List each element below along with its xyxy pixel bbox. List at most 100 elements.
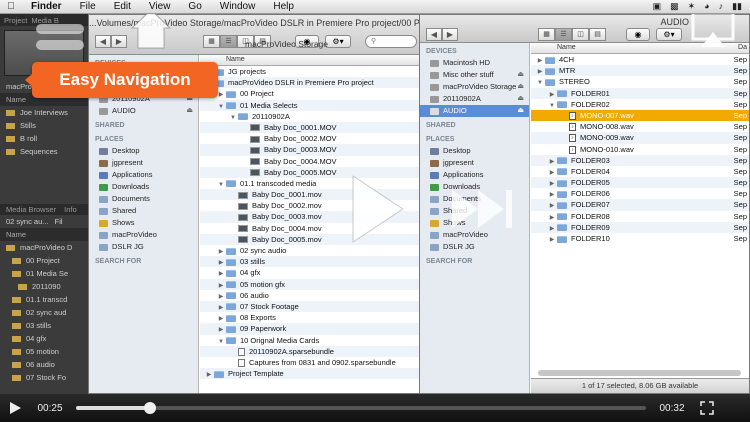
file-row[interactable]: ▶ MTR Sep (531, 65, 749, 77)
sidebar-item-device[interactable]: 20110902A ⏏ (420, 93, 529, 105)
sidebar-item-device[interactable]: Macintosh HD (420, 57, 529, 69)
sidebar-item-device[interactable]: Misc other stuff ⏏ (420, 69, 529, 81)
disclosure-triangle-icon[interactable]: ▶ (216, 303, 226, 312)
sidebar-item-shows[interactable]: Shows (89, 217, 198, 229)
disclosure-triangle-icon[interactable]: ▶ (547, 201, 557, 210)
sidebar-item-desktop[interactable]: Desktop (420, 145, 529, 157)
disclosure-triangle-icon[interactable]: ▶ (547, 235, 557, 244)
file-row[interactable]: ▶ 08 Exports (200, 312, 419, 323)
disclosure-triangle-icon[interactable]: ▶ (547, 190, 557, 199)
eject-icon[interactable]: ⏏ (186, 105, 193, 117)
file-row[interactable]: ▶ 05 motion gfx (200, 278, 419, 290)
tab-info[interactable]: Info (64, 205, 77, 214)
file-row[interactable]: ♪ MONO-010.wav Sep (531, 144, 749, 155)
disclosure-triangle-icon[interactable]: ▶ (547, 213, 557, 222)
bin-item[interactable]: Stills (0, 119, 88, 132)
action-gear-button[interactable]: ⚙▾ (656, 28, 682, 41)
file-row[interactable]: ▶ FOLDER09 Sep (531, 221, 749, 233)
tree-item[interactable]: macProVideo D (0, 241, 88, 254)
file-row[interactable]: Baby Doc_0002.MOV (200, 133, 419, 144)
date-column-header[interactable]: Da (738, 43, 747, 53)
forward-button[interactable]: ▶ (111, 35, 127, 48)
disclosure-triangle-icon[interactable]: ▼ (216, 102, 226, 111)
disclosure-triangle-icon[interactable]: ▼ (535, 78, 545, 87)
play-icon[interactable] (345, 170, 409, 248)
sidebar-item-dslr-jg[interactable]: DSLR JG (89, 241, 198, 253)
file-row[interactable]: ▼macProVideo DSLR in Premiere Pro projec… (200, 77, 419, 89)
file-row[interactable]: Baby Doc_0003.MOV (200, 144, 419, 156)
tree-item[interactable]: 04 gfx (0, 332, 88, 345)
file-row[interactable]: ▶ FOLDER06 Sep (531, 188, 749, 199)
tree-item[interactable]: 01.1 transcd (0, 293, 88, 306)
tree-item[interactable]: 2011090 (0, 280, 88, 293)
file-row[interactable]: ▶ FOLDER01 Sep (531, 87, 749, 99)
airplay-icon[interactable] (690, 10, 736, 50)
status-icon-box[interactable]: ▣ (653, 1, 662, 12)
tree-item[interactable]: 01 Media Se (0, 267, 88, 280)
back-button[interactable]: ◀ (426, 28, 442, 41)
battery-icon[interactable]: ▮▮ (732, 1, 742, 12)
file-row[interactable]: ▼ 20110902A (200, 111, 419, 122)
disclosure-triangle-icon[interactable]: ▶ (535, 56, 545, 65)
coverflow-view-button[interactable]: ▤ (589, 28, 606, 41)
file-row[interactable]: ▶ FOLDER07 Sep (531, 199, 749, 211)
menu-go[interactable]: Go (179, 1, 210, 12)
file-row[interactable]: ▶JG projects (200, 66, 419, 77)
icon-view-button[interactable]: ▦ (203, 35, 220, 48)
menu-edit[interactable]: Edit (105, 1, 140, 12)
disclosure-triangle-icon[interactable]: ▼ (547, 101, 557, 110)
apple-icon[interactable]:  (0, 1, 22, 12)
disclosure-triangle-icon[interactable]: ▶ (216, 247, 226, 256)
menu-help[interactable]: Help (264, 1, 303, 12)
bin-item[interactable]: Joe Interviews (0, 106, 88, 119)
horizontal-scrollbar[interactable] (538, 370, 741, 376)
volume-icon[interactable]: ♪ (719, 1, 724, 12)
file-row[interactable]: ♪ MONO-007.wav Sep (531, 109, 749, 122)
file-row[interactable]: ▶ FOLDER05 Sep (531, 177, 749, 189)
disclosure-triangle-icon[interactable]: ▶ (547, 90, 557, 99)
disclosure-triangle-icon[interactable]: ▶ (216, 325, 226, 334)
bluetooth-icon[interactable]: ✶ (688, 1, 696, 12)
progress-slider[interactable] (76, 402, 646, 414)
disclosure-triangle-icon[interactable]: ▶ (547, 179, 557, 188)
file-row[interactable]: ▶ 03 stills (200, 256, 419, 268)
file-row[interactable]: ▶ 09 Paperwork (200, 323, 419, 335)
wifi-icon[interactable]: ◕ (704, 1, 709, 12)
fullscreen-button[interactable] (692, 394, 722, 422)
menu-view[interactable]: View (140, 1, 180, 12)
eject-icon[interactable]: ⏏ (517, 105, 524, 117)
forward-button[interactable]: ▶ (442, 28, 458, 41)
disclosure-triangle-icon[interactable]: ▼ (216, 337, 226, 346)
file-row[interactable]: ▶ 04 gfx (200, 267, 419, 278)
name-column-header[interactable]: Name (200, 55, 419, 66)
tree-item[interactable]: 03 stills (0, 319, 88, 332)
sidebar-item-device-selected[interactable]: AUDIO ⏏ (420, 105, 529, 117)
eject-icon[interactable]: ⏏ (517, 69, 524, 81)
file-row[interactable]: ♪ MONO-008.wav Sep (531, 121, 749, 132)
list-view-button[interactable]: ☰ (555, 28, 572, 41)
quick-look-button[interactable]: ◉ (626, 28, 650, 41)
progress-knob[interactable] (144, 402, 157, 414)
action-gear-button[interactable]: ⚙▾ (325, 35, 351, 48)
file-row[interactable]: Baby Doc_0004.MOV (200, 156, 419, 167)
disclosure-triangle-icon[interactable]: ▶ (216, 281, 226, 290)
disclosure-triangle-icon[interactable]: ▶ (535, 67, 545, 76)
file-row[interactable]: ▶ 07 Stock Footage (200, 300, 419, 313)
sidebar-item-desktop[interactable]: Desktop (89, 145, 198, 157)
sidebar-item-macprovideo[interactable]: macProVideo (89, 229, 198, 241)
disclosure-triangle-icon[interactable]: ▶ (204, 370, 214, 379)
file-row[interactable]: ▶ 06 audio (200, 290, 419, 301)
play-button[interactable] (0, 394, 30, 422)
file-row[interactable]: ▶ 00 Project (200, 88, 419, 99)
file-row[interactable]: 20110902A.sparsebundle (200, 345, 419, 357)
eject-icon[interactable]: ⏏ (517, 93, 524, 105)
tab-media-browser[interactable]: Media Browser (6, 205, 56, 214)
search-input[interactable]: ⚲ (365, 35, 417, 48)
disclosure-triangle-icon[interactable]: ▶ (547, 157, 557, 166)
file-row[interactable]: Baby Doc_0001.MOV (200, 121, 419, 134)
file-row[interactable]: Captures from 0831 and 0902.sparsebundle (200, 357, 419, 368)
sidebar-item-applications[interactable]: Applications (420, 169, 529, 181)
column-view-button[interactable]: ◫ (572, 28, 589, 41)
disclosure-triangle-icon[interactable]: ▶ (547, 224, 557, 233)
tree-item[interactable]: 06 audio (0, 358, 88, 371)
